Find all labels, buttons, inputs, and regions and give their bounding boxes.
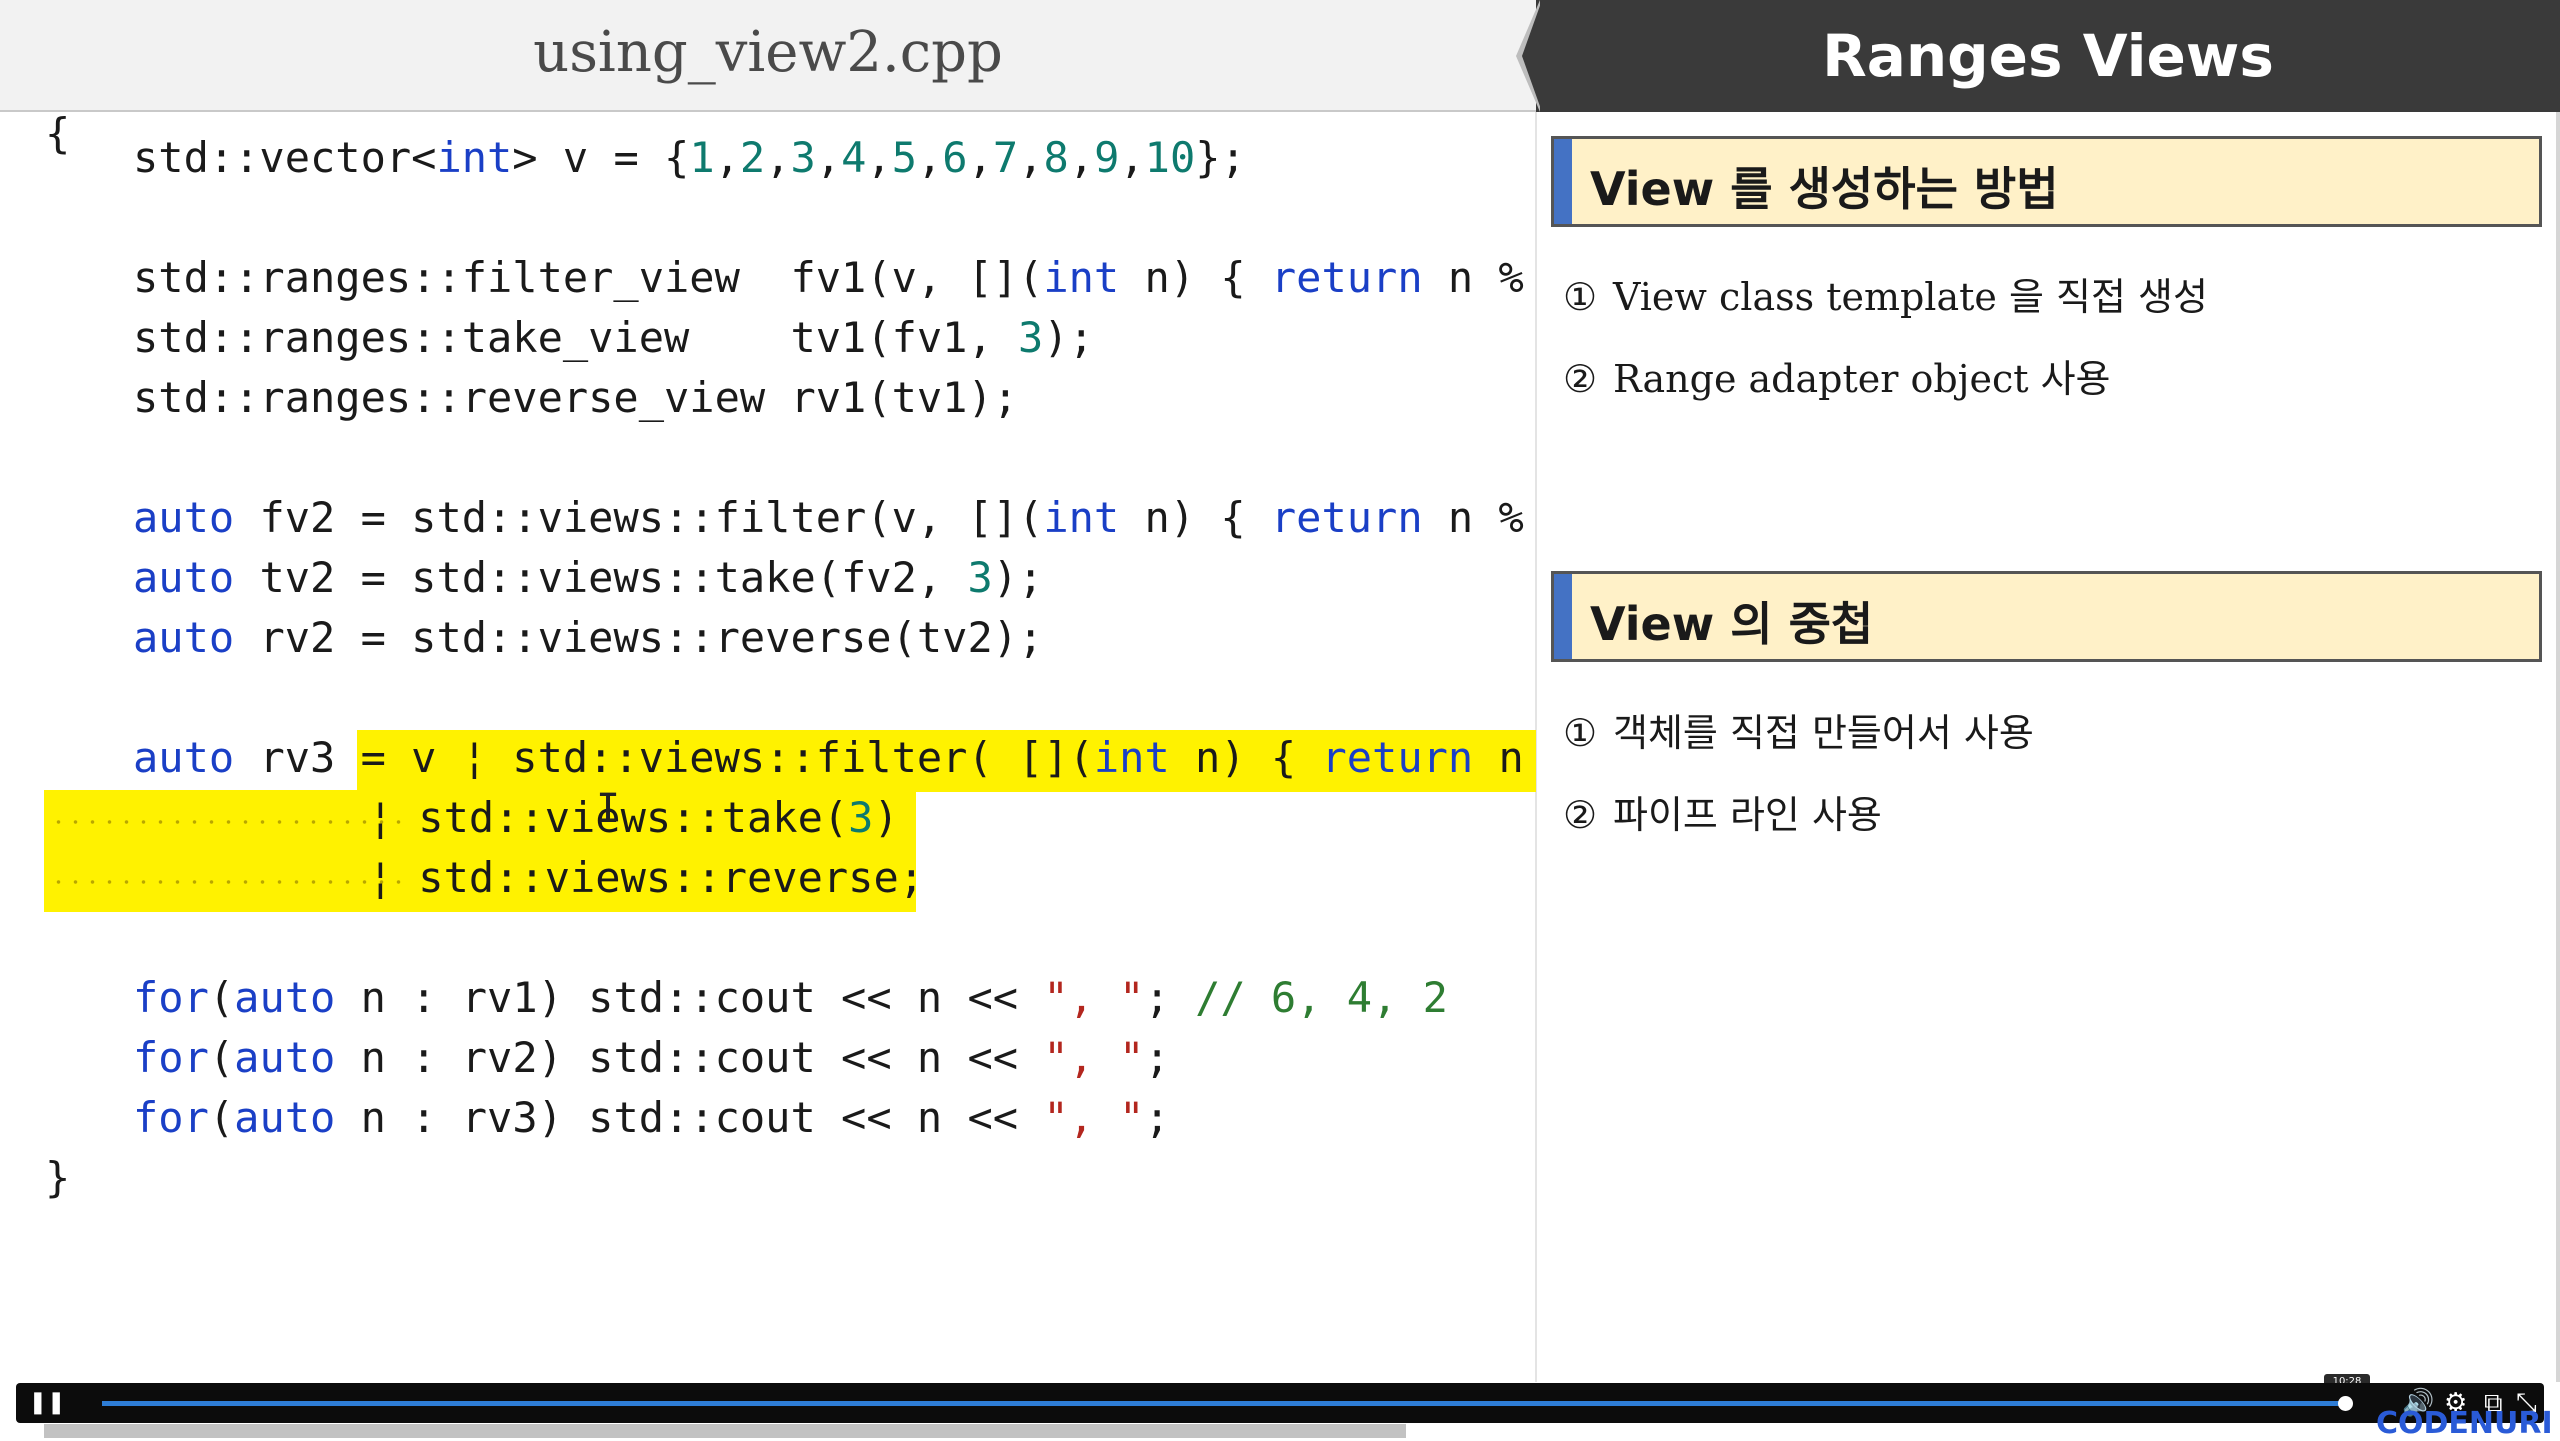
code-line: for(auto n : rv1) std::cout << n << ", "… (133, 973, 1448, 1022)
code-line-partial: { (45, 109, 71, 158)
code-line: auto rv2 = std::views::reverse(tv2); (133, 613, 1044, 662)
list-item: ① View class template 을 직접 생성 (1563, 266, 2208, 321)
slide-title-bar: Ranges Views (1536, 0, 2560, 112)
list-item-text: Range adapter object 사용 (1613, 357, 2111, 401)
section-title: Ranges Views (1822, 22, 2274, 90)
player-shadow-bar (44, 1424, 1406, 1438)
section-heading: View 를 생성하는 방법 (1590, 162, 2059, 216)
code-line: for(auto n : rv3) std::cout << n << ", "… (133, 1093, 1170, 1142)
code-line: ¦ std::views::reverse; (216, 853, 925, 902)
code-line: } (45, 1153, 71, 1202)
list-marker: ① (1563, 275, 1598, 319)
list-marker: ② (1563, 357, 1598, 401)
progress-track[interactable] (102, 1401, 2346, 1406)
code-line: auto rv3 = v ¦ std::views::filter( [](in… (133, 733, 1524, 782)
code-line: std::ranges::take_view tv1(fv1, 3); (133, 313, 1094, 362)
list-item: ① 객체를 직접 만들어서 사용 (1563, 702, 2034, 757)
video-player-bar: ❚❚ 🔊 ⚙ ⧉ ⤡ (16, 1383, 2544, 1423)
code-line: std::ranges::reverse_view rv1(tv1); (133, 373, 1019, 422)
progress-scrubber[interactable] (2338, 1396, 2353, 1411)
list-item-text: 객체를 직접 만들어서 사용 (1613, 711, 2034, 755)
section-accent-bar (1554, 139, 1572, 224)
watermark-logo: CODENURI (2376, 1406, 2553, 1441)
section-heading: View 의 중첩 (1590, 597, 1874, 651)
list-item: ② Range adapter object 사용 (1563, 348, 2111, 403)
list-item-text: View class template 을 직접 생성 (1613, 275, 2208, 319)
section-box-view-nesting: View 의 중첩 (1551, 571, 2542, 662)
pause-icon: ❚❚ (28, 1390, 66, 1415)
list-marker: ② (1563, 793, 1598, 837)
panel-right-edge (2556, 112, 2560, 1382)
list-item: ② 파이프 라인 사용 (1563, 784, 1882, 839)
section-box-view-creation: View 를 생성하는 방법 (1551, 136, 2542, 227)
code-line: auto tv2 = std::views::take(fv2, 3); (133, 553, 1044, 602)
code-line: for(auto n : rv2) std::cout << n << ", "… (133, 1033, 1170, 1082)
text-cursor-icon: I (596, 786, 621, 832)
code-line: std::vector<int> v = {1,2,3,4,5,6,7,8,9,… (133, 133, 1246, 182)
section-accent-bar (1554, 574, 1572, 659)
code-line: auto fv2 = std::views::filter(v, [](int … (133, 493, 1524, 542)
code-line: ¦ std::views::take(3) (216, 793, 899, 842)
code-editor: { std::vector<int> v = {1,2,3,4,5,6,7,8,… (0, 0, 1536, 1380)
code-line: std::ranges::filter_view fv1(v, [](int n… (133, 253, 1524, 302)
list-item-text: 파이프 라인 사용 (1613, 793, 1882, 837)
pause-button[interactable]: ❚❚ (16, 1383, 78, 1423)
list-marker: ① (1563, 711, 1598, 755)
